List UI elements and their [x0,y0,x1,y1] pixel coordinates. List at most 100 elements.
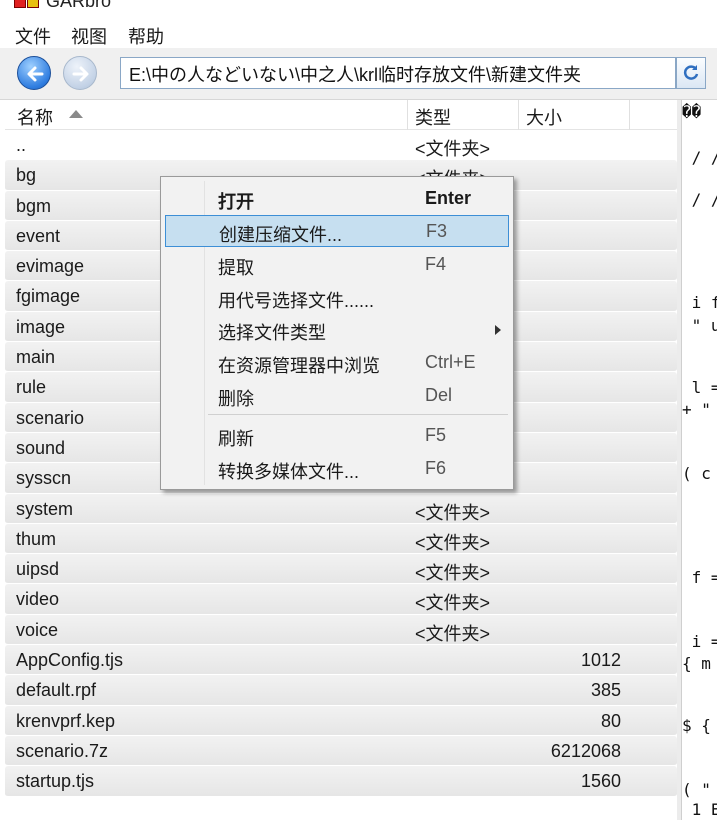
file-type: <文件夹> [415,139,491,159]
menu-item-shortcut: F5 [425,425,447,445]
menu-item-shortcut: Enter [425,188,472,208]
file-size: 6212068 [550,740,621,761]
forward-button[interactable] [63,56,97,90]
column-header: 名称 类型 大小 [5,100,677,130]
preview-line: ( c [682,464,711,483]
file-row[interactable]: video <文件夹> [5,584,677,615]
file-name: evimage [16,256,85,277]
file-size: 1560 [580,771,621,792]
menu-item-select-file-type[interactable]: 选择文件类型 [165,314,509,346]
file-name: default.rpf [16,680,97,701]
file-size: 385 [590,680,621,701]
preview-pane: �� / / / / i f " u l = + " ( c f = i = { m $… [681,100,717,820]
menu-item-refresh[interactable]: 刷新 F5 [165,420,509,452]
menu-item-shortcut: F4 [425,254,447,274]
preview-line: i = [682,632,717,651]
file-name: image [16,316,66,337]
menu-item-convert-media[interactable]: 转换多媒体文件... F6 [165,453,509,485]
preview-line: i f [682,293,717,312]
column-type[interactable]: 类型 [415,104,451,130]
context-menu: 打开 Enter 创建压缩文件... F3 提取 F4 用代号选择文件...... 选择文件类… [160,176,514,490]
menu-separator [208,414,508,415]
preview-line: " u [682,316,717,335]
file-name: sound [16,437,66,458]
file-size: 1012 [580,650,621,671]
preview-line: �� [682,102,702,121]
app-icon [14,0,40,8]
preview-line: l = [682,378,717,397]
file-row[interactable]: uipsd <文件夹> [5,554,677,585]
file-name: event [16,225,61,246]
menu-bar: 文件 视图 帮助 [0,22,717,48]
refresh-button[interactable] [676,57,706,89]
preview-line: 1 E [682,800,717,819]
arrow-left-icon [27,66,44,82]
file-row[interactable]: voice <文件夹> [5,614,677,646]
file-name: krenvprf.kep [16,710,116,731]
toolbar: E:\中の人などいない\中之人\krl临时存放文件\新建文件夹 [0,48,717,100]
menu-item-label: 提取 [218,258,254,278]
menu-item-label: 删除 [218,389,254,409]
preview-line: / / [682,148,717,167]
submenu-arrow-icon [495,325,501,335]
menu-item-label: 打开 [218,192,254,212]
file-type: <文件夹> [415,563,491,584]
menu-view[interactable]: 视图 [71,23,107,49]
back-button[interactable] [17,56,51,90]
file-name: scenario.7z [16,740,109,761]
menu-item-shortcut: Ctrl+E [425,352,476,372]
file-row[interactable]: krenvprf.kep 80 [5,705,677,736]
window-title: GARbro [46,0,112,11]
menu-file[interactable]: 文件 [15,23,51,49]
menu-item-shortcut: F3 [426,221,448,241]
file-name: uipsd [16,559,60,580]
file-name: bgm [16,195,52,216]
file-name: main [16,347,56,368]
menu-item-create-archive[interactable]: 创建压缩文件... F3 [165,215,509,247]
file-row[interactable]: AppConfig.tjs 1012 [5,645,677,676]
menu-item-label: 用代号选择文件...... [218,291,375,311]
file-type: <文件夹> [415,593,491,614]
column-name[interactable]: 名称 [17,104,53,130]
column-size[interactable]: 大小 [526,104,562,130]
preview-line: + " [682,400,711,419]
file-name: rule [16,377,47,398]
file-name: startup.tjs [16,771,95,792]
path-input[interactable]: E:\中の人などいない\中之人\krl临时存放文件\新建文件夹 [120,57,676,89]
sort-ascending-icon [69,110,83,118]
title-bar: GARbro [0,0,717,22]
arrow-right-icon [72,66,89,82]
menu-item-label: 刷新 [218,429,254,449]
menu-item-select-by-mask[interactable]: 用代号选择文件...... [165,282,509,314]
file-row[interactable]: thum <文件夹> [5,523,677,555]
file-size: 80 [600,710,621,731]
preview-line: $ { [682,716,711,735]
file-name: voice [16,619,59,640]
preview-line: / / [682,190,717,209]
file-name: thum [16,528,57,549]
file-row[interactable]: .. <文件夹> [5,130,677,161]
file-row[interactable]: scenario.7z 6212068 [5,735,677,767]
preview-line: f = [682,568,717,587]
menu-item-label: 转换多媒体文件... [218,462,360,482]
file-type: <文件夹> [415,502,491,523]
menu-item-delete[interactable]: 删除 Del [165,380,509,412]
file-row[interactable]: startup.tjs 1560 [5,766,677,797]
menu-item-shortcut: F6 [425,458,447,478]
menu-item-browse-in-explorer[interactable]: 在资源管理器中浏览 Ctrl+E [165,347,509,379]
menu-item-shortcut: Del [425,385,453,405]
file-name: system [16,498,74,519]
preview-line: { m [682,654,711,673]
file-name: scenario [16,407,85,428]
refresh-icon [683,65,699,80]
menu-item-label: 选择文件类型 [218,323,326,343]
file-name: AppConfig.tjs [16,650,124,671]
menu-item-open[interactable]: 打开 Enter [165,183,509,215]
menu-item-label: 在资源管理器中浏览 [218,356,380,376]
file-row[interactable]: default.rpf 385 [5,675,677,706]
menu-help[interactable]: 帮助 [128,23,164,49]
file-name: video [16,589,60,610]
file-row[interactable]: system <文件夹> [5,493,677,524]
menu-item-extract[interactable]: 提取 F4 [165,249,509,281]
file-type: <文件夹> [415,623,491,644]
